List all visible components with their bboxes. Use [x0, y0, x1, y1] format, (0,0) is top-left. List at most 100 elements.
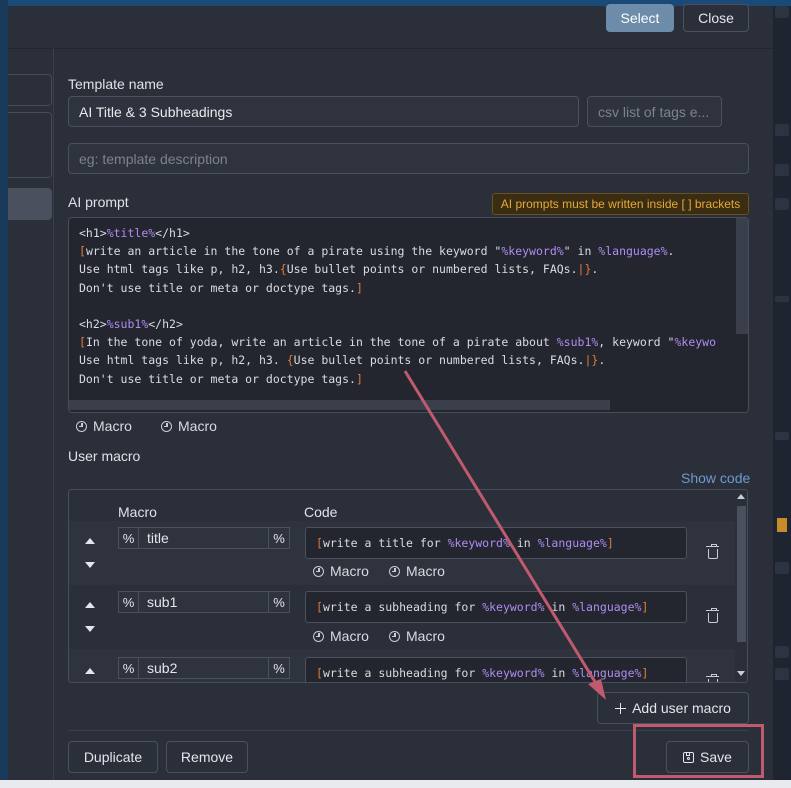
bracket-warning-badge: AI prompts must be written inside [ ] br… [492, 193, 749, 215]
duplicate-button[interactable]: Duplicate [68, 741, 158, 773]
macro-name-input[interactable]: title [139, 527, 269, 549]
ai-prompt-label: AI prompt [68, 194, 129, 210]
code-segment: %keyword% [482, 666, 545, 680]
code-segment: ] [355, 371, 363, 386]
macro-prefix: % [118, 591, 139, 613]
table-row: % title % [write a title for %keyword% i… [69, 521, 736, 585]
code-segment: In the tone of yoda, write an article in… [85, 335, 557, 350]
trash-icon[interactable] [706, 608, 719, 623]
code-segment: in [544, 600, 573, 614]
code-segment: Use bullet points or numbered lists, FAQ… [293, 353, 585, 368]
show-code-link[interactable]: Show code [681, 470, 750, 486]
code-segment: %keyword% [482, 600, 545, 614]
macro-name-input[interactable]: sub1 [139, 591, 269, 613]
code-segment: write an article in the tone of a pirate… [85, 244, 502, 259]
column-header-code: Code [304, 504, 338, 520]
code-segment: %keywo [674, 335, 717, 350]
move-up-icon[interactable] [85, 668, 95, 674]
close-button[interactable]: Close [683, 4, 749, 32]
editor-vertical-scrollbar[interactable] [736, 218, 748, 334]
code-segment: , keyword " [598, 335, 675, 350]
macro-code-input[interactable]: [write a subheading for %keyword% in %la… [305, 591, 687, 623]
plus-circle-icon [161, 420, 172, 432]
scroll-down-icon[interactable] [737, 671, 745, 676]
code-segment: { [279, 262, 287, 277]
code-segment: write a subheading for [322, 600, 483, 614]
code-segment: ] [641, 666, 649, 680]
code-line: [In the tone of yoda, write an article i… [79, 335, 716, 349]
table-row: % sub2 % [write a subheading for %keywor… [69, 649, 736, 682]
code-segment: [ [316, 600, 323, 614]
code-segment: Don't use title or meta or doctype tags. [79, 371, 356, 386]
move-up-icon[interactable] [85, 602, 95, 608]
insert-macro-button[interactable]: Macro [76, 418, 132, 434]
user-macro-label: User macro [68, 448, 141, 464]
code-segment: Don't use title or meta or doctype tags. [79, 280, 356, 295]
code-line: <h2>%sub1%</h2> [79, 317, 183, 331]
code-segment: %language% [598, 244, 668, 259]
code-segment: Use html tags like p, h2, h3. [79, 353, 287, 368]
modal-header: Select Close [8, 4, 773, 49]
plus-circle-icon [313, 630, 324, 642]
code-segment: %keyword% [501, 244, 564, 259]
macro-name-input[interactable]: sub2 [139, 657, 269, 679]
sidebar-item-selected[interactable] [8, 188, 52, 220]
macro-suffix: % [268, 527, 290, 549]
code-segment: ] [641, 600, 649, 614]
macro-suffix: % [268, 591, 290, 613]
add-user-macro-button[interactable]: Add user macro [597, 692, 749, 724]
sidebar-item[interactable] [8, 112, 52, 178]
code-segment: </h2> [148, 317, 183, 331]
template-name-input[interactable]: AI Title & 3 Subheadings [68, 96, 579, 127]
macro-prefix: % [118, 657, 139, 679]
plus-circle-icon [313, 565, 324, 577]
code-segment: . [591, 262, 599, 277]
code-segment: { [286, 353, 294, 368]
code-line: [write an article in the tone of a pirat… [79, 244, 674, 258]
insert-macro-button[interactable]: Macro [389, 628, 445, 644]
insert-macro-button[interactable]: Macro [389, 563, 445, 579]
macro-code-input[interactable]: [write a title for %keyword% in %languag… [305, 527, 687, 559]
trash-icon[interactable] [706, 674, 719, 682]
window-frame-left [0, 0, 8, 788]
code-segment: %language% [572, 666, 642, 680]
code-segment: Use bullet points or numbered lists, FAQ… [286, 262, 578, 277]
code-segment: %title% [106, 226, 156, 240]
plus-circle-icon [76, 420, 87, 432]
code-segment: ] [355, 280, 363, 295]
trash-icon[interactable] [706, 544, 719, 559]
code-segment: <h1> [79, 226, 107, 240]
code-segment: </h1> [155, 226, 190, 240]
code-line: Use html tags like p, h2, h3.{Use bullet… [79, 262, 598, 276]
code-segment: ] [606, 536, 614, 550]
plus-icon [615, 702, 627, 714]
code-segment: [ [316, 536, 323, 550]
insert-macro-button[interactable]: Macro [313, 563, 369, 579]
window-frame-bottom [0, 780, 791, 788]
background-panel [773, 6, 791, 780]
scroll-up-icon[interactable] [737, 494, 745, 499]
macro-code-text: [write a subheading for %keyword% in %la… [316, 600, 648, 614]
move-down-icon[interactable] [85, 562, 95, 568]
code-segment: Use html tags like p, h2, h3. [79, 262, 280, 277]
code-segment: write a title for [322, 536, 448, 550]
ai-prompt-editor[interactable]: <h1>%title%</h1> [write an article in the… [68, 217, 749, 413]
scroll-thumb[interactable] [737, 506, 746, 642]
template-description-input[interactable]: eg: template description [68, 143, 749, 174]
select-button[interactable]: Select [606, 4, 674, 32]
insert-macro-button[interactable]: Macro [313, 628, 369, 644]
insert-macro-button[interactable]: Macro [161, 418, 217, 434]
table-row: % sub1 % [write a subheading for %keywor… [69, 585, 736, 649]
move-down-icon[interactable] [85, 626, 95, 632]
remove-button[interactable]: Remove [166, 741, 248, 773]
macro-code-text: [write a subheading for %keyword% in %la… [316, 666, 648, 680]
table-scrollbar[interactable] [735, 490, 747, 682]
code-line: Don't use title or meta or doctype tags.… [79, 281, 363, 295]
code-segment: %keyword% [447, 536, 510, 550]
tags-input[interactable]: csv list of tags e... [587, 96, 722, 127]
sidebar-item[interactable] [8, 74, 52, 106]
code-line: Don't use title or meta or doctype tags.… [79, 372, 363, 386]
move-up-icon[interactable] [85, 538, 95, 544]
macro-code-input[interactable]: [write a subheading for %keyword% in %la… [305, 657, 687, 682]
editor-horizontal-scrollbar[interactable] [69, 400, 610, 410]
